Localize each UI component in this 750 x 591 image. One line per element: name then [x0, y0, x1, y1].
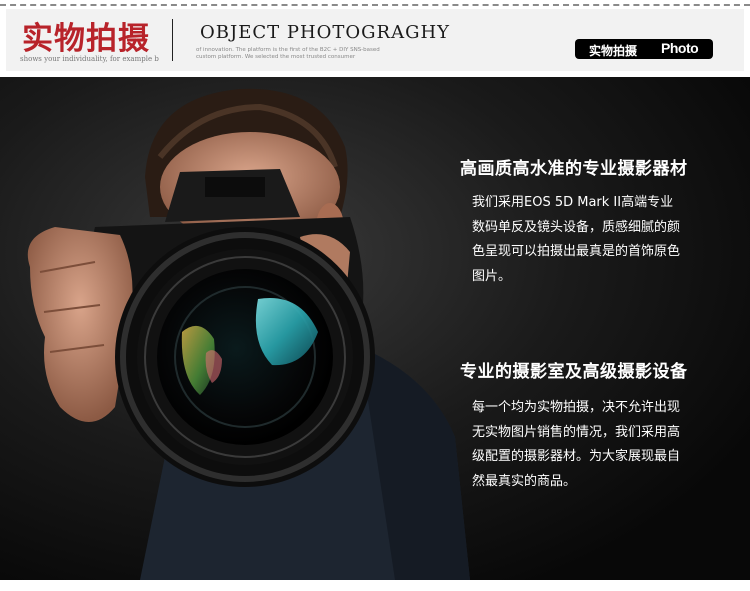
paragraph-line: 数码单反及镜头设备，质感细腻的颜	[472, 219, 681, 235]
paragraph-line: 图片。	[472, 268, 512, 284]
photographer-with-camera-image	[0, 77, 750, 580]
paragraph-line: 每一个均为实物拍摄，决不允许出现	[472, 400, 681, 415]
paragraph-line: 色呈现可以拍摄出最真是的首饰原色	[472, 244, 681, 259]
section-title-en: OBJECT PHOTOGRAGHY	[200, 22, 451, 43]
photo-badge: 实物拍摄 Photo	[575, 39, 713, 59]
paragraph-line: 我们采用EOS 5D Mark II高端专业	[472, 195, 674, 210]
header-vertical-divider	[172, 19, 173, 61]
section-description: of innovation. The platform is the first…	[196, 47, 380, 61]
feature-paragraph: 我们采用EOS 5D Mark II高端专业 数码单反及镜头设备，质感细腻的颜 …	[472, 191, 722, 289]
paragraph-line: 级配置的摄影器材。为大家展现最自	[472, 449, 681, 464]
paragraph-line: 然最真实的商品。	[472, 473, 577, 489]
description-line: of innovation. The platform is the first…	[196, 47, 380, 53]
feature-heading: 高画质高水准的专业摄影器材	[460, 159, 688, 179]
paragraph-line: 无实物图片销售的情况，我们采用高	[472, 424, 681, 440]
top-dashed-divider	[0, 4, 750, 6]
feature-paragraph: 每一个均为实物拍摄，决不允许出现 无实物图片销售的情况，我们采用高 级配置的摄影…	[472, 396, 722, 494]
badge-label-cn: 实物拍摄	[589, 44, 638, 58]
feature-heading: 专业的摄影室及高级摄影设备	[460, 362, 688, 382]
section-header: 实物拍摄 shows your individuality, for examp…	[6, 9, 744, 71]
description-line: custom platform. We selected the most tr…	[196, 54, 356, 60]
hero-photo: 高画质高水准的专业摄影器材 我们采用EOS 5D Mark II高端专业 数码单…	[0, 77, 750, 580]
badge-label-en: Photo	[661, 40, 699, 56]
section-title-cn: 实物拍摄	[22, 21, 150, 57]
section-subtitle: shows your individuality, for example b	[20, 55, 159, 63]
